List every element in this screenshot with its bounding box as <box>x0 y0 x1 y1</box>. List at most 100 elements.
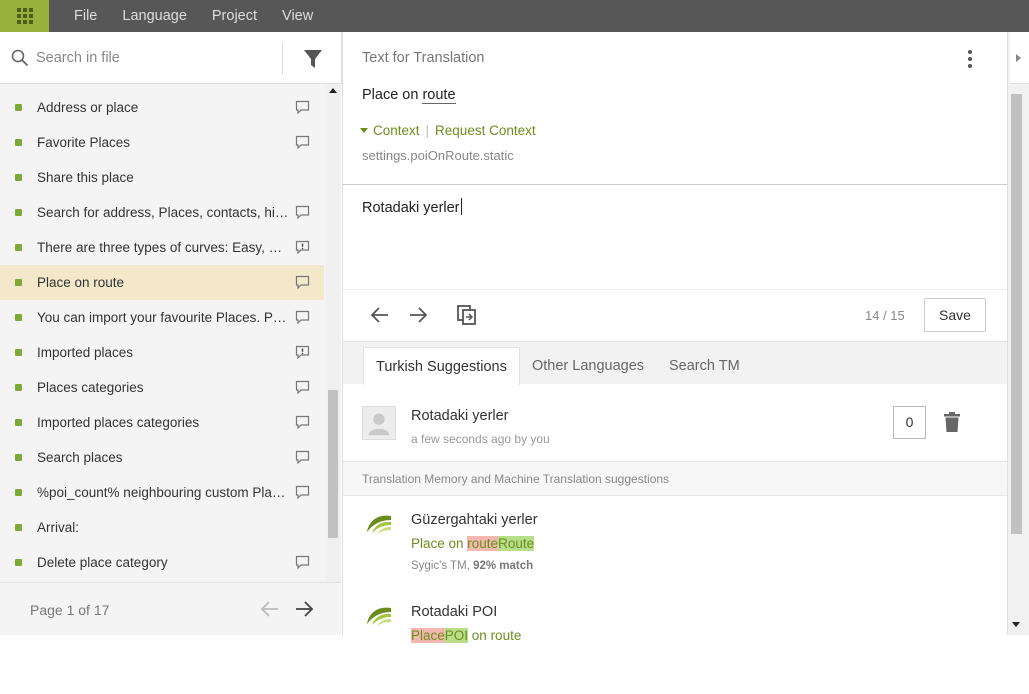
editor-scrollbar[interactable] <box>1007 32 1029 635</box>
sygic-logo-icon <box>367 515 391 534</box>
list-item[interactable]: Share this place <box>0 160 324 195</box>
status-dot <box>15 419 22 426</box>
suggestion-text[interactable]: Rotadaki yerler <box>411 408 509 424</box>
tm-translation: Güzergahtaki yerler <box>411 512 538 528</box>
status-dot <box>15 244 22 251</box>
comment-icon[interactable] <box>295 100 310 114</box>
text-cursor <box>460 198 462 215</box>
trash-icon[interactable] <box>943 412 961 432</box>
suggestion-tabs: Turkish Suggestions Other Languages Sear… <box>343 341 1007 385</box>
list-item[interactable]: Arrival: <box>0 510 324 545</box>
list-item[interactable]: Search places <box>0 440 324 475</box>
collapse-right-panel-button[interactable] <box>1010 32 1029 84</box>
list-item[interactable]: Imported places <box>0 335 324 370</box>
context-label: Context <box>373 123 420 138</box>
list-item-label: Search places <box>37 450 123 465</box>
grid-icon <box>16 8 33 24</box>
list-item[interactable]: Address or place <box>0 90 324 125</box>
list-item-label: Search for address, Places, contacts, hi… <box>37 205 289 220</box>
tm-header-text: Translation Memory and Machine Translati… <box>362 472 670 486</box>
list-item[interactable]: Places categories <box>0 370 324 405</box>
tab-turkish-suggestions[interactable]: Turkish Suggestions <box>363 347 520 385</box>
list-item[interactable]: You can import your favourite Places. P… <box>0 300 324 335</box>
status-dot <box>15 139 22 146</box>
list-item-label: Share this place <box>37 170 134 185</box>
menu-view[interactable]: View <box>282 8 313 24</box>
search-icon <box>11 49 29 67</box>
list-item-label: Address or place <box>37 100 139 115</box>
list-item-label: Favorite Places <box>37 135 131 150</box>
menu-project[interactable]: Project <box>212 8 257 24</box>
status-dot <box>15 524 22 531</box>
section-title: Text for Translation <box>362 50 485 66</box>
scroll-thumb[interactable] <box>328 390 338 538</box>
request-context-link[interactable]: Request Context <box>435 123 536 138</box>
comment-icon[interactable] <box>295 415 310 429</box>
arrow-left-icon[interactable] <box>260 600 280 618</box>
tm-suggestion[interactable]: Rotadaki POI PlacePOI on route <box>343 604 1007 694</box>
issue-icon[interactable] <box>295 345 310 359</box>
scroll-up-arrow-icon[interactable] <box>329 88 337 93</box>
list-item-label: Imported places categories <box>37 415 200 430</box>
menu-bar: File Language Project View <box>0 0 1029 32</box>
copy-source-icon[interactable] <box>456 304 478 326</box>
glossary-term[interactable]: route <box>422 87 456 104</box>
context-toggle[interactable]: Context <box>360 123 420 138</box>
comment-icon[interactable] <box>295 450 310 464</box>
filter-icon[interactable] <box>302 48 324 70</box>
tab-other-languages[interactable]: Other Languages <box>520 347 656 385</box>
list-item-label: Delete place category <box>37 555 168 570</box>
translation-textarea[interactable]: Rotadaki yerler <box>362 198 462 216</box>
comment-icon[interactable] <box>295 380 310 394</box>
status-dot <box>15 174 22 181</box>
status-dot <box>15 314 22 321</box>
search-input[interactable] <box>36 48 276 68</box>
list-item[interactable]: Search for address, Places, contacts, hi… <box>0 195 324 230</box>
editor-pane: Text for Translation Place on route Cont… <box>342 32 1007 643</box>
status-dot <box>15 349 22 356</box>
comment-icon[interactable] <box>295 275 310 289</box>
comment-icon[interactable] <box>295 555 310 569</box>
status-dot <box>15 489 22 496</box>
comment-icon[interactable] <box>295 135 310 149</box>
tm-suggestion[interactable]: Güzergahtaki yerler Place on routeRoute … <box>343 512 1007 602</box>
list-item[interactable]: Delete place category <box>0 545 324 580</box>
tm-source: PlacePOI on route <box>411 628 521 643</box>
diff-inserted: POI <box>444 628 469 643</box>
search-bar <box>0 32 341 84</box>
arrow-left-icon[interactable] <box>369 304 391 326</box>
arrow-right-icon[interactable] <box>407 304 429 326</box>
avatar-icon <box>362 406 396 440</box>
menu-file[interactable]: File <box>74 8 97 24</box>
comment-icon[interactable] <box>295 310 310 324</box>
comment-icon[interactable] <box>295 485 310 499</box>
list-item[interactable]: There are three types of curves: Easy, M… <box>0 230 324 265</box>
list-item-label: You can import your favourite Places. P… <box>37 310 287 325</box>
list-item[interactable]: %poi_count% neighbouring custom Plac… <box>0 475 324 510</box>
string-list: Address or place Favorite Places Share thi… <box>0 90 324 587</box>
save-button[interactable]: Save <box>924 298 986 332</box>
vote-count-button[interactable]: 0 <box>893 406 926 439</box>
more-options-icon[interactable] <box>965 50 975 70</box>
list-item[interactable]: Imported places categories <box>0 405 324 440</box>
list-item[interactable]: Favorite Places <box>0 125 324 160</box>
tm-source-prefix: Place on <box>411 536 468 551</box>
list-scrollbar[interactable] <box>325 84 341 614</box>
list-item[interactable]: Place on route <box>0 265 324 300</box>
diff-deleted: Place <box>411 628 445 643</box>
scroll-down-arrow-icon[interactable] <box>1012 622 1020 627</box>
comment-icon[interactable] <box>295 205 310 219</box>
tab-search-tm[interactable]: Search TM <box>657 347 752 385</box>
arrow-right-icon[interactable] <box>294 600 314 618</box>
issue-icon[interactable] <box>295 240 310 254</box>
menu-language[interactable]: Language <box>122 8 187 24</box>
list-item-label: %poi_count% neighbouring custom Plac… <box>37 485 289 500</box>
suggestion-meta: a few seconds ago by you <box>411 432 550 446</box>
string-counter: 14 / 15 <box>865 308 905 323</box>
apps-grid-button[interactable] <box>0 0 49 32</box>
editor-toolbar: 14 / 15 Save <box>343 289 1007 341</box>
tm-source: Place on routeRoute <box>411 536 535 551</box>
scroll-thumb[interactable] <box>1011 94 1022 534</box>
diff-deleted: route <box>467 536 499 551</box>
separator: | <box>425 123 430 138</box>
